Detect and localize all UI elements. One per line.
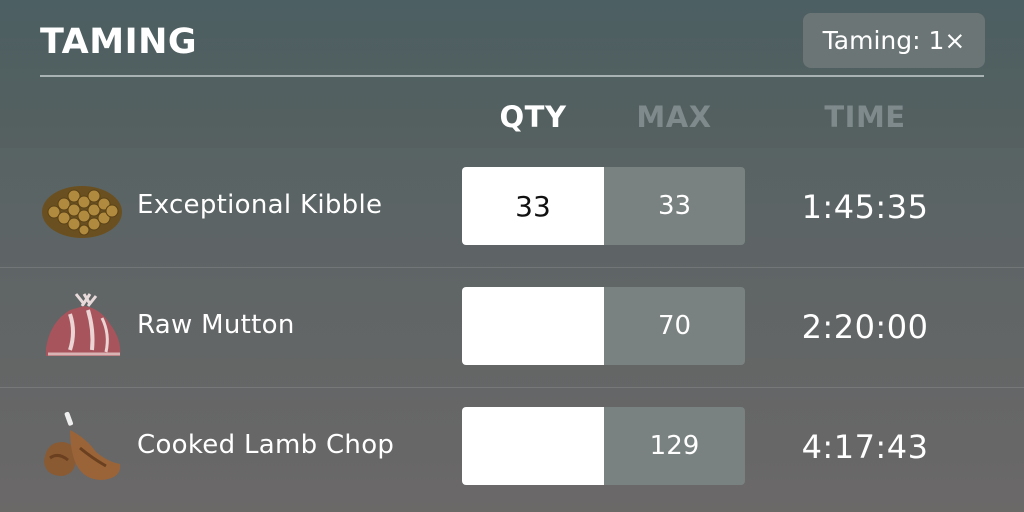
cooked-lamb-chop-icon <box>44 411 121 480</box>
header-panel: TAMING Taming: 1× QTY MAX TIME <box>0 0 1024 148</box>
max-quantity: 129 <box>604 407 745 485</box>
food-row: Cooked Lamb Chop 129 4:17:43 <box>0 388 1024 508</box>
title-divider <box>40 75 984 77</box>
taming-time: 1:45:35 <box>801 188 929 226</box>
column-header-qty[interactable]: QTY <box>463 100 603 134</box>
quantity-input[interactable] <box>462 167 604 245</box>
food-name: Raw Mutton <box>137 310 295 340</box>
taming-multiplier-button[interactable]: Taming: 1× <box>803 13 985 68</box>
food-row: Exceptional Kibble 33 1:45:35 <box>0 148 1024 268</box>
kibble-icon <box>42 186 122 238</box>
food-name: Cooked Lamb Chop <box>137 430 395 460</box>
food-name: Exceptional Kibble <box>137 190 383 220</box>
max-quantity: 70 <box>604 287 745 365</box>
raw-mutton-icon <box>46 293 121 356</box>
column-header-max[interactable]: MAX <box>604 100 744 134</box>
taming-time: 2:20:00 <box>801 308 929 346</box>
food-row: Raw Mutton 70 2:20:00 <box>0 268 1024 388</box>
column-header-time[interactable]: TIME <box>795 100 935 134</box>
max-quantity: 33 <box>604 167 745 245</box>
taming-time: 4:17:43 <box>801 428 929 466</box>
quantity-input[interactable] <box>462 287 604 365</box>
page-title: TAMING <box>40 22 198 62</box>
quantity-input[interactable] <box>462 407 604 485</box>
